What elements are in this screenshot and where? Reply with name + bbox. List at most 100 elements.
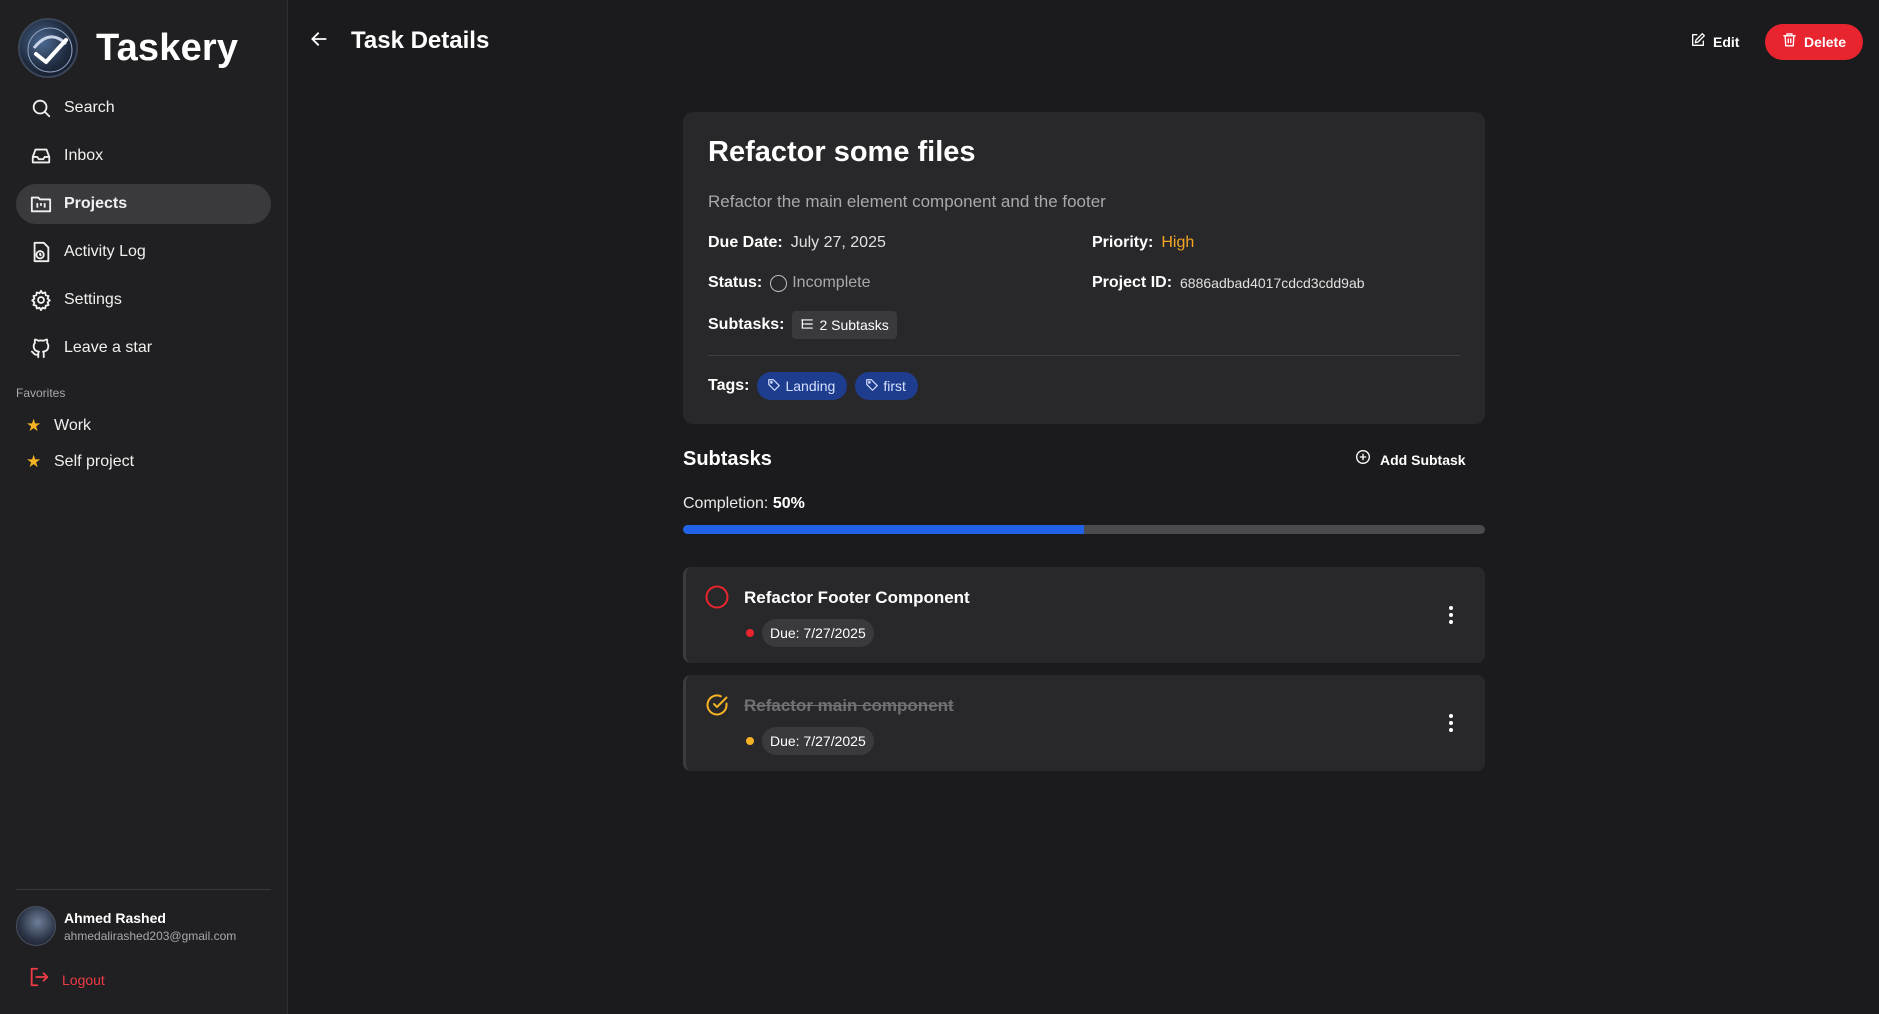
subtask-item[interactable]: Refactor main component Due: 7/27/2025 xyxy=(683,675,1485,771)
priority-label: Priority: xyxy=(1092,234,1154,251)
taskery-logo xyxy=(18,18,78,78)
project-id-value: 6886adbad4017cdcd3cdd9ab xyxy=(1180,275,1365,291)
completion-label: Completion: xyxy=(683,495,769,512)
sidebar-item-label: Inbox xyxy=(64,147,104,164)
tag-first[interactable]: first xyxy=(855,372,918,400)
status-label: Status: xyxy=(708,274,763,291)
task-title: Refactor some files xyxy=(708,136,976,168)
inbox-icon xyxy=(28,143,54,169)
sidebar-item-label: Activity Log xyxy=(64,243,146,260)
user-name: Ahmed Rashed xyxy=(64,909,166,926)
status-field: Status: Incomplete xyxy=(708,274,871,292)
github-icon xyxy=(28,335,54,361)
completion-text: Completion: 50% xyxy=(683,495,805,513)
logout-icon xyxy=(28,966,50,993)
due-date-label: Due Date: xyxy=(708,234,783,251)
subtasks-count: 2 Subtasks xyxy=(819,317,889,333)
star-icon: ★ xyxy=(26,416,42,435)
edit-icon xyxy=(1690,32,1706,53)
completion-progress-bar xyxy=(683,525,1485,534)
edit-label: Edit xyxy=(1713,34,1740,50)
gear-icon xyxy=(28,287,54,313)
favorite-label: Self project xyxy=(54,453,135,470)
activity-log-icon xyxy=(28,239,54,265)
sidebar: Taskery Search Inbox Projects Activity L… xyxy=(0,0,288,1014)
projects-icon xyxy=(28,191,54,217)
favorites-list: ★ Work ★ Self project xyxy=(26,408,134,480)
edit-button[interactable]: Edit xyxy=(1690,28,1739,56)
tag-label: Landing xyxy=(785,378,836,394)
favorite-item-work[interactable]: ★ Work xyxy=(26,408,134,444)
incomplete-circle-icon[interactable] xyxy=(704,584,730,610)
tag-landing[interactable]: Landing xyxy=(757,372,848,400)
add-subtask-button[interactable]: Add Subtask xyxy=(1355,449,1466,470)
tags-field: Tags: Landing first xyxy=(708,372,926,400)
subtask-item[interactable]: Refactor Footer Component Due: 7/27/2025 xyxy=(683,567,1485,663)
sidebar-item-settings[interactable]: Settings xyxy=(16,280,271,320)
due-date-field: Due Date: July 27, 2025 xyxy=(708,234,886,252)
tag-icon xyxy=(767,378,781,395)
sidebar-item-inbox[interactable]: Inbox xyxy=(16,136,271,176)
plus-circle-icon xyxy=(1355,449,1371,470)
list-tree-icon xyxy=(800,317,814,334)
search-icon xyxy=(28,95,54,121)
user-email: ahmedalirashed203@gmail.com xyxy=(64,928,237,943)
status-circle-icon[interactable] xyxy=(770,274,788,292)
more-vertical-icon[interactable] xyxy=(1441,711,1461,735)
subtasks-field: Subtasks: 2 Subtasks xyxy=(708,311,897,339)
logout-label: Logout xyxy=(62,971,105,988)
tags-label: Tags: xyxy=(708,377,750,394)
tag-label: first xyxy=(883,378,906,394)
sidebar-item-activity-log[interactable]: Activity Log xyxy=(16,232,271,272)
add-subtask-label: Add Subtask xyxy=(1380,451,1466,468)
sidebar-item-label: Search xyxy=(64,99,115,116)
user-profile[interactable]: Ahmed Rashed ahmedalirashed203@gmail.com xyxy=(16,906,236,946)
check-circle-icon[interactable] xyxy=(704,692,730,718)
due-date-value: July 27, 2025 xyxy=(790,234,886,251)
logout-button[interactable]: Logout xyxy=(28,966,105,993)
subtask-due-badge: Due: 7/27/2025 xyxy=(762,727,874,755)
card-divider xyxy=(708,355,1460,356)
completion-progress-fill xyxy=(683,525,1084,534)
priority-dot xyxy=(746,737,754,745)
favorites-heading: Favorites xyxy=(16,386,66,400)
brand[interactable]: Taskery xyxy=(18,18,238,78)
tag-icon xyxy=(865,378,879,395)
favorite-label: Work xyxy=(54,417,92,434)
avatar xyxy=(16,906,56,946)
star-icon: ★ xyxy=(26,452,42,471)
sidebar-divider xyxy=(16,889,271,890)
completion-value: 50% xyxy=(772,495,805,512)
task-description: Refactor the main element component and … xyxy=(708,192,1106,211)
arrow-left-icon xyxy=(309,29,329,54)
task-card: Refactor some files Refactor the main el… xyxy=(683,112,1485,424)
back-button[interactable] xyxy=(306,28,332,54)
sidebar-item-label: Projects xyxy=(64,195,128,212)
sidebar-item-label: Leave a star xyxy=(64,339,153,356)
more-vertical-icon[interactable] xyxy=(1441,603,1461,627)
favorite-item-self-project[interactable]: ★ Self project xyxy=(26,444,134,480)
delete-label: Delete xyxy=(1803,34,1847,50)
sidebar-item-leave-a-star[interactable]: Leave a star xyxy=(16,328,271,368)
subtask-title: Refactor Footer Component xyxy=(744,588,970,607)
app-name: Taskery xyxy=(96,26,239,69)
trash-icon xyxy=(1782,32,1797,52)
sidebar-nav: Search Inbox Projects Activity Log Setti… xyxy=(16,88,271,376)
project-id-label: Project ID: xyxy=(1092,274,1173,291)
priority-value: High xyxy=(1161,234,1195,251)
subtasks-heading: Subtasks xyxy=(683,448,772,470)
subtask-due-badge: Due: 7/27/2025 xyxy=(762,619,874,647)
sidebar-item-search[interactable]: Search xyxy=(16,88,271,128)
priority-dot xyxy=(746,629,754,637)
sidebar-item-label: Settings xyxy=(64,291,122,308)
status-value: Incomplete xyxy=(792,274,871,291)
delete-button[interactable]: Delete xyxy=(1765,24,1863,60)
project-id-field: Project ID: 6886adbad4017cdcd3cdd9ab xyxy=(1092,274,1365,292)
subtasks-count-chip[interactable]: 2 Subtasks xyxy=(792,311,897,339)
sidebar-item-projects[interactable]: Projects xyxy=(16,184,271,224)
subtasks-label: Subtasks: xyxy=(708,316,785,333)
subtask-title: Refactor main component xyxy=(744,696,954,715)
priority-field: Priority: High xyxy=(1092,234,1194,252)
page-title: Task Details xyxy=(351,27,490,54)
user-info: Ahmed Rashed ahmedalirashed203@gmail.com xyxy=(64,910,236,943)
